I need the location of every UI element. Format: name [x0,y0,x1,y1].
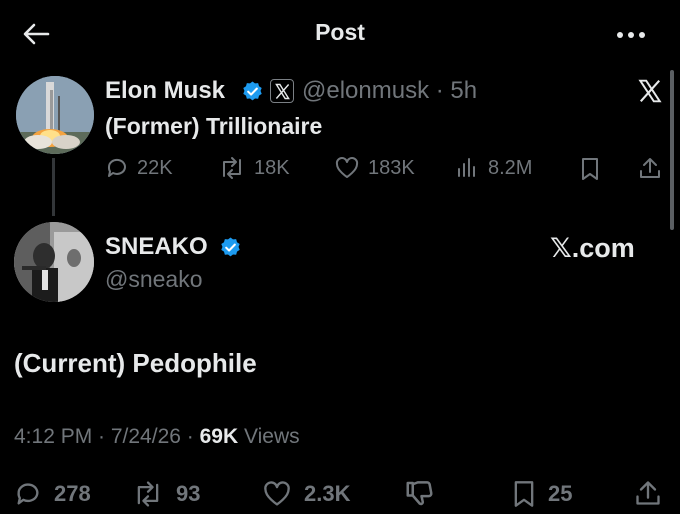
rocket-launch-image [16,76,94,154]
reply-button[interactable]: 22K [105,156,173,180]
share-icon [640,158,660,178]
views-button[interactable]: 8.2M [456,156,532,180]
bookmark-button[interactable] [580,157,600,181]
x-logo-icon [637,78,663,104]
share-button[interactable] [638,156,662,180]
views-icon [458,158,475,177]
page-title: Post [315,19,365,45]
dislike-button[interactable] [404,478,434,508]
post-meta: 4:12 PM · 7/24/26 · 69K Views [14,425,300,449]
tweet-text: (Former) Trillionaire [105,113,323,139]
avatar[interactable] [16,76,94,154]
thumbs-down-icon [406,481,433,506]
scrollbar[interactable] [670,70,674,230]
heart-icon [264,481,290,506]
bookmark-button[interactable]: 25 [512,480,572,508]
verified-badge-icon [241,80,264,103]
reply-icon [17,483,39,505]
verified-badge-icon [219,236,242,259]
post-time: 5h [450,77,478,104]
author-handle[interactable]: @elonmusk [302,77,429,104]
author-handle[interactable]: @sneako [105,266,203,293]
heart-icon [335,156,359,178]
share-button[interactable] [634,478,662,508]
bookmark-icon [514,481,534,507]
more-icon [617,32,645,38]
like-button[interactable]: 2.3K [262,480,350,508]
like-count: 2.3K [304,481,351,506]
link-badge[interactable]: 𝕏.com [550,233,635,264]
profile-photo-image [14,222,94,302]
bookmark-icon [582,158,598,180]
repost-count: 18K [254,156,290,179]
thread-line [52,158,55,216]
x-logo-icon [274,83,290,99]
repost-icon [223,157,241,179]
views-count: 8.2M [488,156,533,179]
more-button[interactable] [616,31,646,39]
repost-button[interactable]: 93 [132,480,200,508]
like-count: 183K [368,156,415,179]
reply-count: 278 [54,481,91,506]
repost-icon [137,481,159,507]
affiliate-x-badge [270,79,294,103]
handle-time: @elonmusk · 5h [302,77,477,105]
tweet-text: (Current) Pedophile [14,348,257,378]
reply-button[interactable]: 278 [14,480,91,508]
dot-separator: · [429,77,451,104]
author-name[interactable]: SNEAKO [105,233,208,261]
bookmark-count: 25 [548,481,573,506]
author-name[interactable]: Elon Musk [105,77,225,105]
reply-count: 22K [137,156,173,179]
post-timestamp: 4:12 PM · 7/24/26 · [14,425,200,448]
share-icon [636,481,660,505]
avatar[interactable] [14,222,94,302]
like-button[interactable]: 183K [334,156,415,180]
repost-count: 93 [176,481,201,506]
views-label: Views [243,425,300,448]
views-count: 69K [199,425,239,448]
repost-button[interactable]: 18K [218,156,290,180]
reply-icon [107,158,126,177]
